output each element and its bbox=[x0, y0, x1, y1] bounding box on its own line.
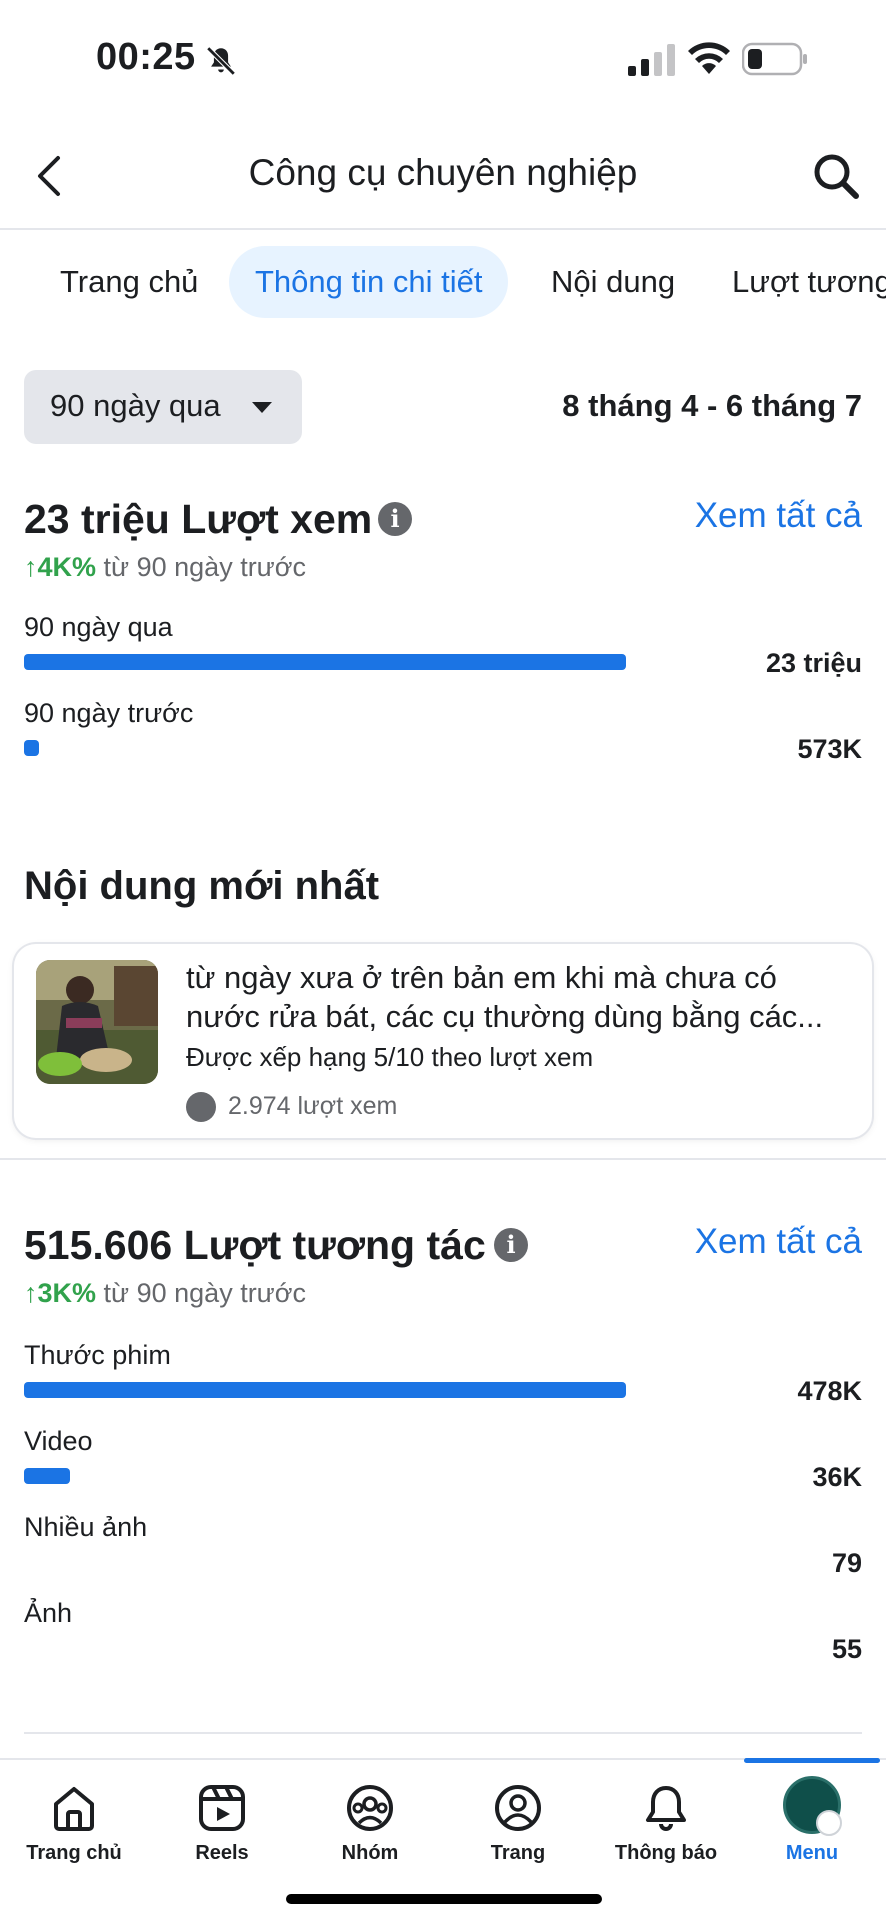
date-range-text: 8 tháng 4 - 6 tháng 7 bbox=[562, 388, 862, 423]
interactions-change: ↑3K% từ 90 ngày trước bbox=[24, 1278, 306, 1309]
cellular-signal-icon bbox=[628, 44, 675, 76]
views-see-all-link[interactable]: Xem tất cả bbox=[695, 496, 862, 536]
caret-down-icon bbox=[252, 402, 272, 413]
page-icon bbox=[495, 1785, 541, 1831]
wifi-icon bbox=[688, 42, 730, 74]
divider bbox=[24, 1732, 862, 1734]
tab-content[interactable]: Nội dung bbox=[525, 246, 701, 318]
views-row-label: 90 ngày trước bbox=[24, 698, 194, 728]
nav-page-label: Trang bbox=[490, 1842, 546, 1864]
views-change: ↑4K% từ 90 ngày trước bbox=[24, 552, 306, 583]
interactions-row-label: Ảnh bbox=[24, 1598, 73, 1628]
interactions-row-value: 478K bbox=[797, 1376, 862, 1406]
latest-content-title: Nội dung mới nhất bbox=[24, 864, 380, 908]
nav-groups[interactable]: Nhóm bbox=[296, 1760, 444, 1890]
home-icon bbox=[54, 1787, 94, 1831]
tab-insights[interactable]: Thông tin chi tiết bbox=[229, 246, 509, 318]
bell-muted-icon bbox=[206, 46, 236, 76]
views-row-value: 23 triệu bbox=[765, 648, 862, 678]
reels-icon bbox=[199, 1785, 245, 1831]
views-icon bbox=[186, 1092, 216, 1122]
interactions-row-value: 79 bbox=[831, 1548, 862, 1578]
tab-home[interactable]: Trang chủ bbox=[34, 246, 224, 318]
date-range-dropdown[interactable]: 90 ngày qua bbox=[24, 370, 302, 444]
interactions-row-label: Thước phim bbox=[24, 1340, 171, 1370]
latest-content-card[interactable]: từ ngày xưa ở trên bản em khi mà chưa có… bbox=[14, 944, 872, 1138]
views-row-value: 573K bbox=[797, 734, 862, 764]
tab-bar: Trang chủ Thông tin chi tiết Nội dung Lư… bbox=[0, 242, 886, 322]
interactions-bar bbox=[24, 1468, 70, 1484]
nav-page[interactable]: Trang bbox=[444, 1760, 592, 1890]
header: Công cụ chuyên nghiệp bbox=[0, 130, 886, 230]
status-time: 00:25 bbox=[96, 36, 196, 78]
menu-icon bbox=[816, 1810, 842, 1836]
interactions-title: 515.606 Lượt tương tác bbox=[24, 1222, 486, 1268]
content-caption: từ ngày xưa ở trên bản em khi mà chưa có… bbox=[186, 960, 824, 1034]
content-views: 2.974 lượt xem bbox=[228, 1092, 398, 1120]
date-range-label: 90 ngày qua bbox=[50, 388, 221, 423]
nav-notifications[interactable]: Thông báo bbox=[592, 1760, 740, 1890]
info-icon[interactable]: i bbox=[494, 1228, 528, 1262]
info-icon[interactable]: i bbox=[378, 502, 412, 536]
interactions-change-value: ↑3K% bbox=[24, 1278, 97, 1308]
views-row-label: 90 ngày qua bbox=[24, 612, 173, 642]
tab-interactions[interactable]: Lượt tương bbox=[706, 246, 886, 318]
groups-icon bbox=[347, 1785, 393, 1831]
home-indicator bbox=[286, 1894, 602, 1904]
nav-groups-label: Nhóm bbox=[341, 1842, 399, 1864]
interactions-see-all-link[interactable]: Xem tất cả bbox=[695, 1222, 862, 1262]
interactions-row-label: Nhiều ảnh bbox=[24, 1512, 148, 1542]
interactions-row-value: 55 bbox=[831, 1634, 862, 1664]
nav-home-label: Trang chủ bbox=[26, 1842, 122, 1864]
status-bar: 00:25 bbox=[0, 0, 886, 120]
page-title: Công cụ chuyên nghiệp bbox=[248, 152, 638, 193]
battery-icon bbox=[742, 42, 807, 76]
nav-home[interactable]: Trang chủ bbox=[0, 1760, 148, 1890]
nav-menu-label: Menu bbox=[785, 1842, 839, 1864]
interactions-change-text: từ 90 ngày trước bbox=[96, 1278, 306, 1308]
views-change-text: từ 90 ngày trước bbox=[96, 552, 306, 582]
divider bbox=[0, 1158, 886, 1160]
views-bar bbox=[24, 740, 40, 756]
nav-reels[interactable]: Reels bbox=[148, 1760, 296, 1890]
interactions-row-label: Video bbox=[24, 1426, 93, 1456]
views-bar bbox=[24, 654, 626, 670]
bell-icon bbox=[646, 1786, 686, 1831]
nav-notifications-label: Thông báo bbox=[614, 1842, 718, 1864]
views-title: 23 triệu Lượt xem bbox=[24, 496, 373, 542]
interactions-bar bbox=[24, 1382, 626, 1398]
views-change-value: ↑4K% bbox=[24, 552, 97, 582]
nav-reels-label: Reels bbox=[195, 1842, 249, 1864]
interactions-row-value: 36K bbox=[812, 1462, 862, 1492]
video-thumbnail bbox=[36, 960, 158, 1084]
content-rank: Được xếp hạng 5/10 theo lượt xem bbox=[186, 1042, 594, 1072]
search-icon[interactable] bbox=[810, 150, 862, 202]
nav-menu[interactable]: Menu bbox=[738, 1760, 886, 1890]
